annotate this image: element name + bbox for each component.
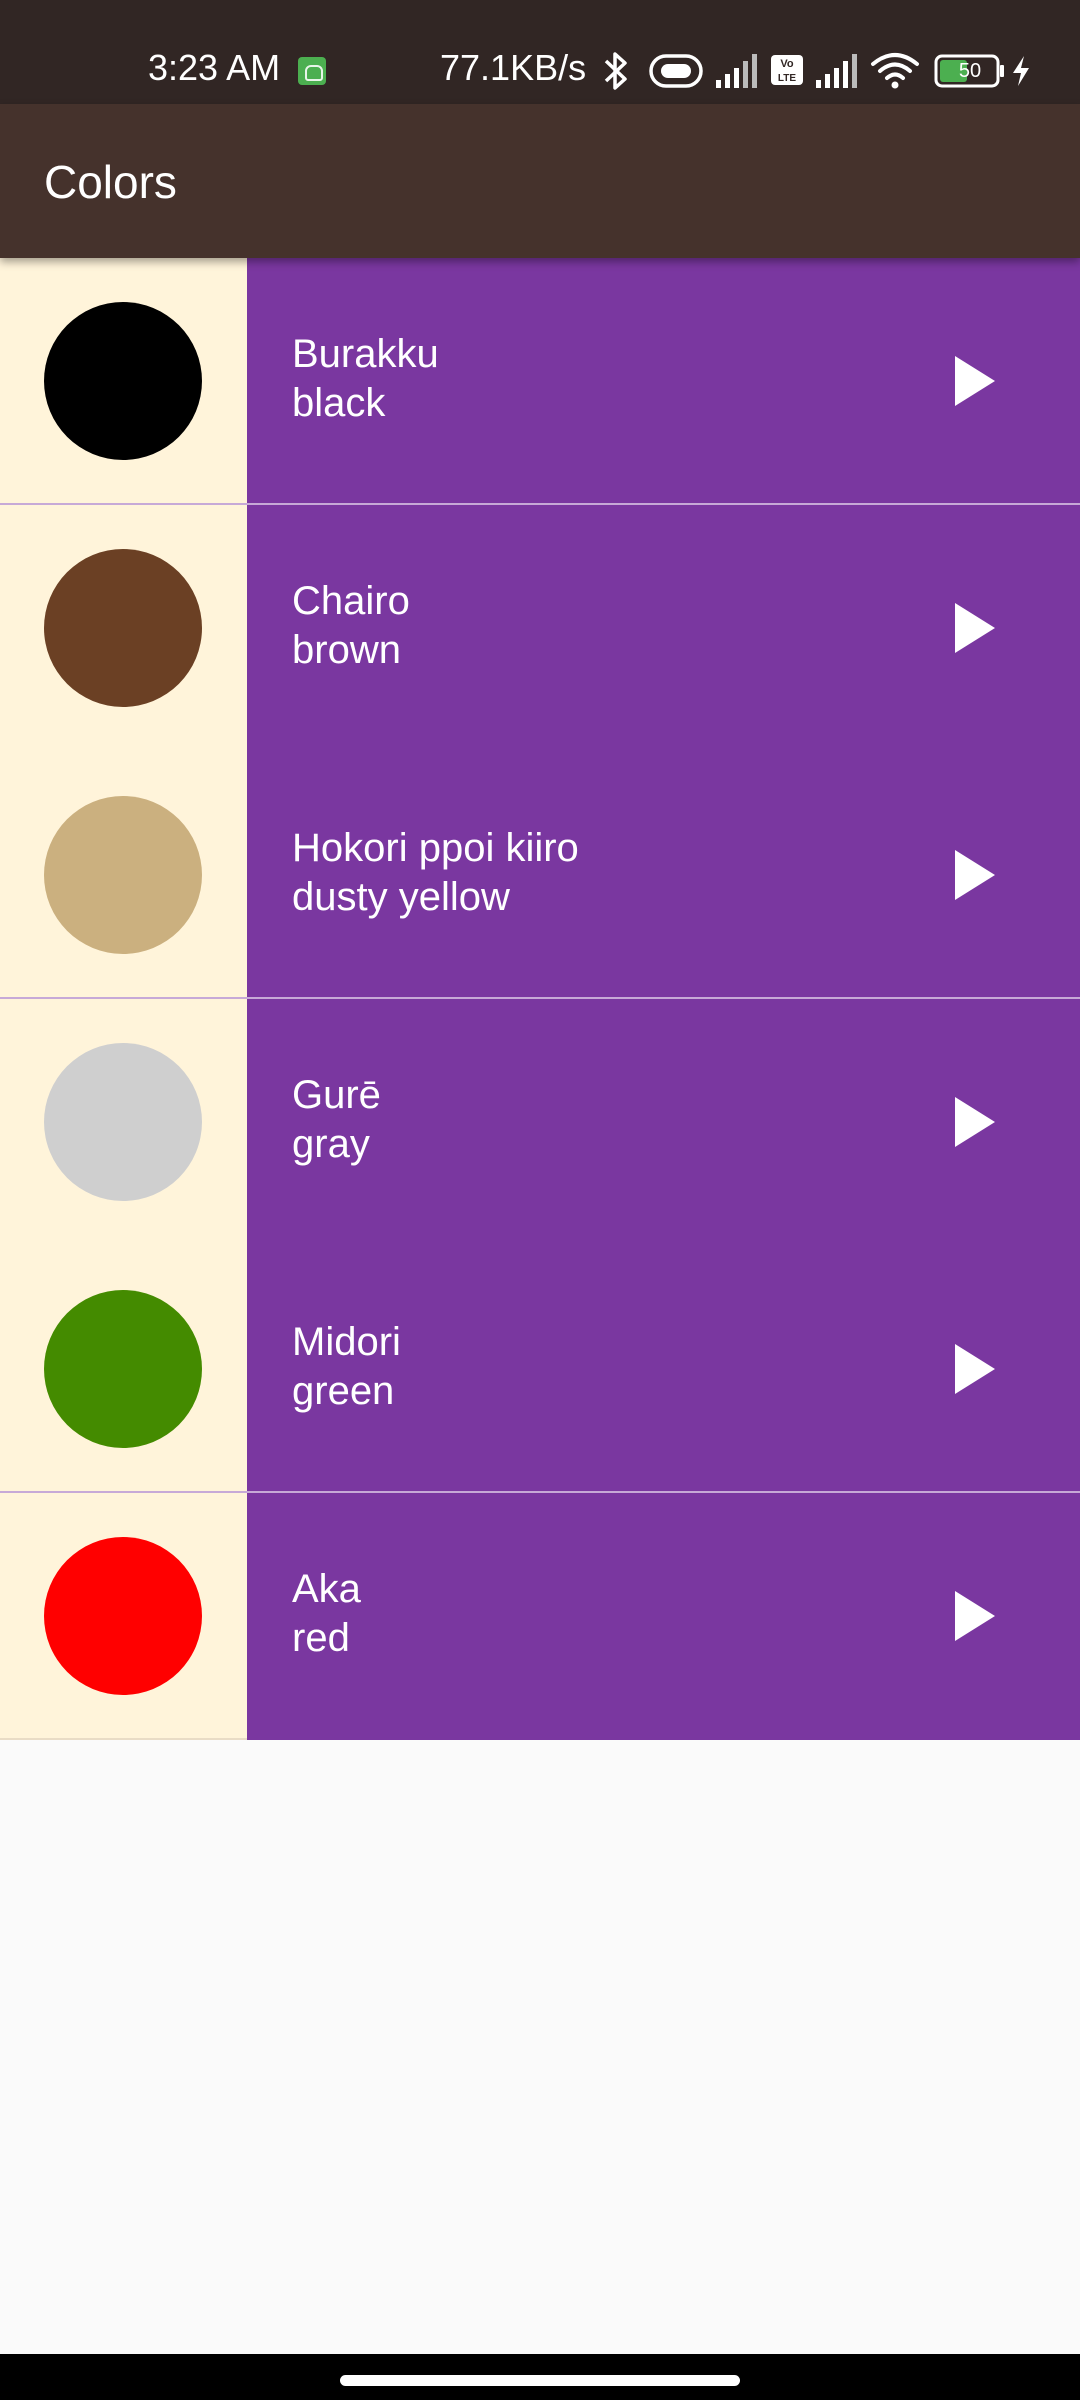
- swatch-cell: [0, 505, 247, 752]
- color-swatch: [44, 302, 202, 460]
- battery-level: 50: [958, 60, 982, 82]
- japanese-word: Chairo: [292, 579, 410, 623]
- svg-text:Vo: Vo: [780, 58, 794, 70]
- app-bar: Colors: [0, 104, 1080, 258]
- network-speed: 77.1KB/s: [440, 47, 587, 88]
- bluetooth-icon: [598, 50, 634, 92]
- color-swatch: [44, 1290, 202, 1448]
- color-list: Burakku black Chairo brown Hokori ppoi k…: [0, 258, 1080, 1740]
- status-bar: 3:23 AM 77.1KB/s Vo LTE 50: [0, 0, 1080, 104]
- color-list-item[interactable]: Aka red: [0, 1493, 1080, 1740]
- signal-icon: [814, 54, 862, 88]
- wifi-icon: [870, 50, 920, 90]
- color-list-item[interactable]: Gurē gray: [0, 999, 1080, 1246]
- navigation-bar: [0, 2354, 1080, 2400]
- volte-icon: Vo LTE: [770, 54, 804, 86]
- play-arrow-icon[interactable]: [955, 850, 995, 900]
- japanese-word: Aka: [292, 1567, 361, 1611]
- color-swatch: [44, 1537, 202, 1695]
- page-title: Colors: [44, 156, 177, 208]
- swatch-cell: [0, 999, 247, 1246]
- svg-text:LTE: LTE: [778, 73, 796, 84]
- japanese-word: Gurē: [292, 1073, 381, 1117]
- play-arrow-icon[interactable]: [955, 356, 995, 406]
- app-notification-icon: [298, 57, 326, 85]
- signal-icon: [714, 54, 762, 88]
- japanese-word: Hokori ppoi kiiro: [292, 826, 579, 870]
- play-arrow-icon[interactable]: [955, 603, 995, 653]
- color-list-item[interactable]: Hokori ppoi kiiro dusty yellow: [0, 752, 1080, 999]
- color-swatch: [44, 1043, 202, 1201]
- vibrate-icon: [648, 52, 704, 90]
- play-arrow-icon[interactable]: [955, 1344, 995, 1394]
- swatch-cell: [0, 1493, 247, 1740]
- color-list-item[interactable]: Burakku black: [0, 258, 1080, 505]
- english-word: black: [292, 381, 386, 425]
- english-word: brown: [292, 628, 401, 672]
- english-word: gray: [292, 1122, 370, 1166]
- charging-icon: [1010, 54, 1032, 88]
- color-swatch: [44, 549, 202, 707]
- play-arrow-icon[interactable]: [955, 1591, 995, 1641]
- color-swatch: [44, 796, 202, 954]
- english-word: red: [292, 1616, 350, 1660]
- japanese-word: Burakku: [292, 332, 439, 376]
- swatch-cell: [0, 752, 247, 999]
- english-word: dusty yellow: [292, 875, 510, 919]
- japanese-word: Midori: [292, 1320, 401, 1364]
- color-list-item[interactable]: Midori green: [0, 1246, 1080, 1493]
- app-root: 3:23 AM 77.1KB/s Vo LTE 50 Colors Burakk…: [0, 0, 1080, 2400]
- swatch-cell: [0, 258, 247, 505]
- status-time: 3:23 AM: [148, 47, 281, 88]
- play-arrow-icon[interactable]: [955, 1097, 995, 1147]
- row-divider: [0, 1738, 247, 1740]
- english-word: green: [292, 1369, 395, 1413]
- swatch-cell: [0, 1246, 247, 1493]
- home-gesture-handle[interactable]: [340, 2375, 740, 2386]
- color-list-item[interactable]: Chairo brown: [0, 505, 1080, 752]
